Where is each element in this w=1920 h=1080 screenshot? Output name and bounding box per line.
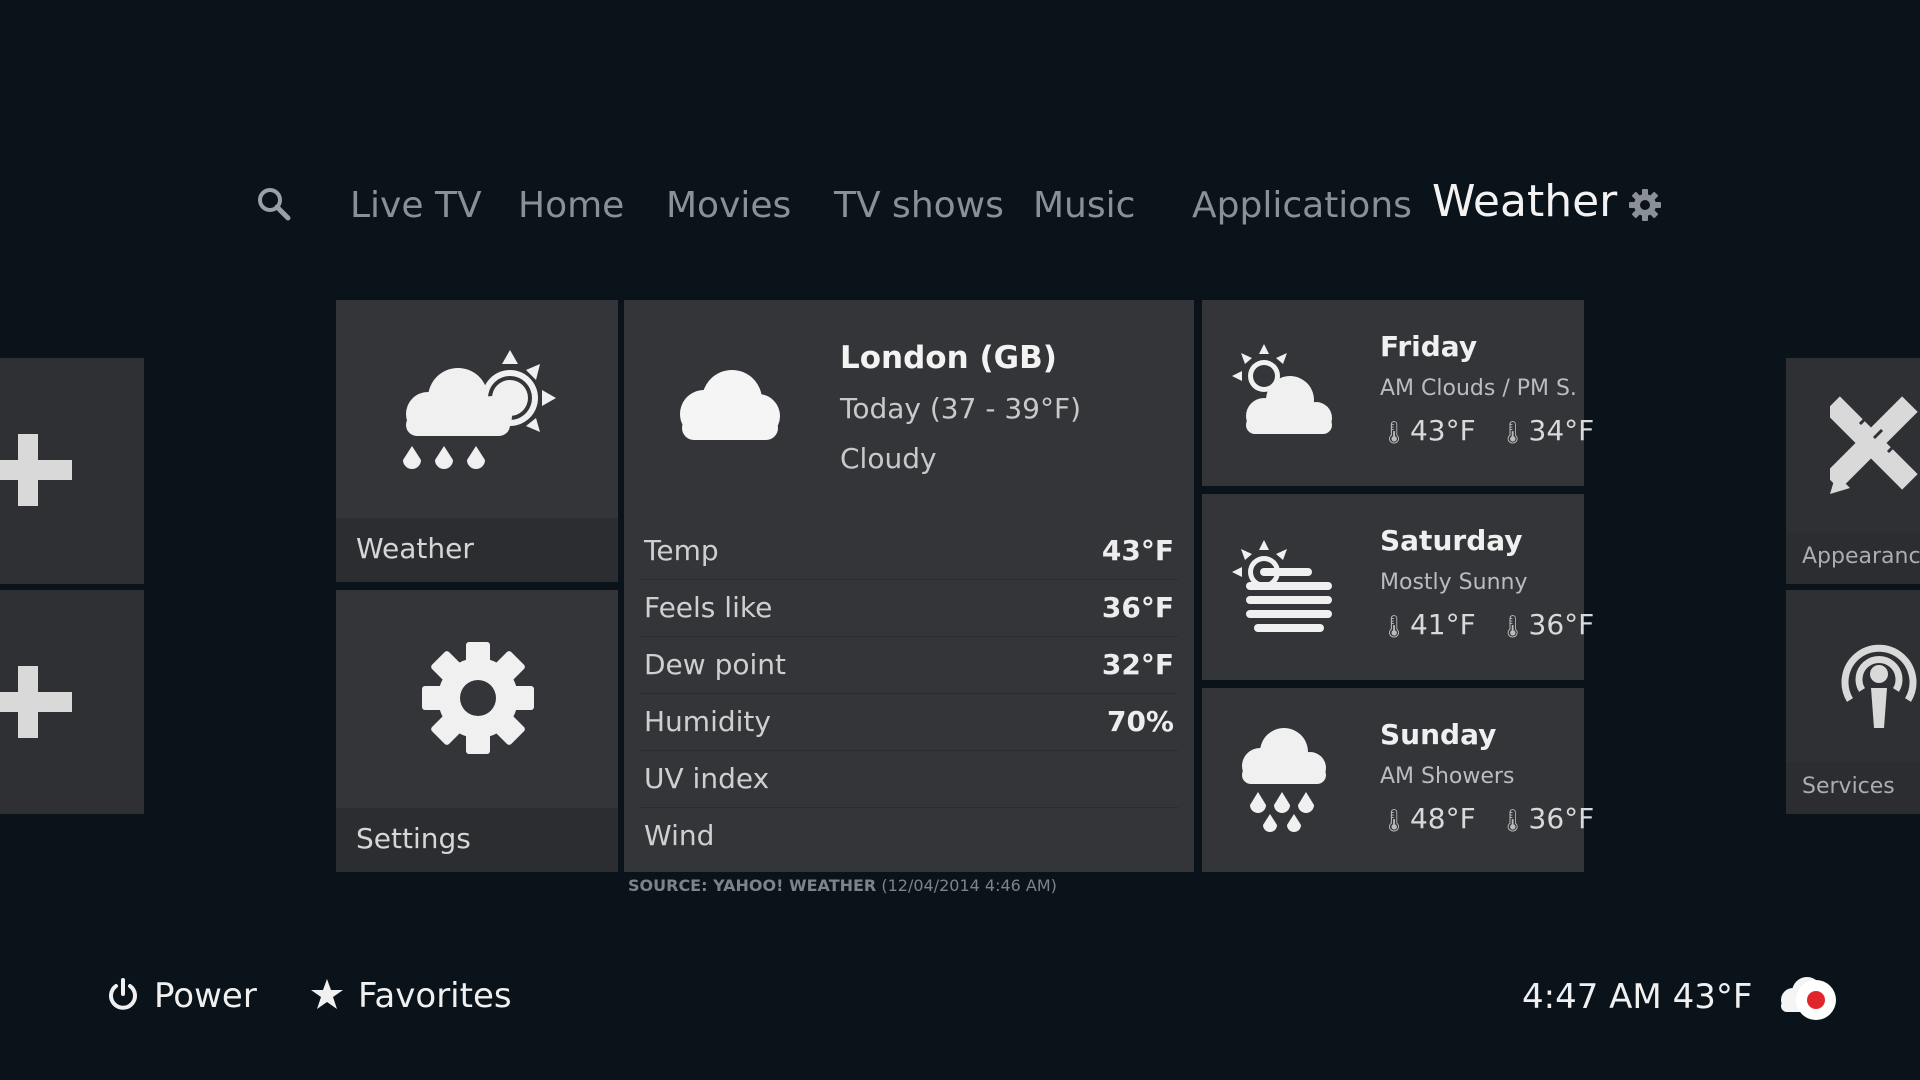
nav-movies[interactable]: Movies (666, 180, 791, 232)
star-icon (311, 979, 343, 1009)
weather-tile[interactable]: Weather (336, 300, 618, 582)
weather-source: SOURCE: YAHOO! WEATHER (12/04/2014 4:46 … (628, 876, 1057, 895)
settings-tile-label: Settings (356, 822, 471, 855)
thermometer-icon: 🌡︎ (1380, 809, 1408, 834)
add-tile[interactable] (0, 590, 144, 814)
forecast-high: 43°F (1409, 414, 1476, 447)
row-value: 43°F (1101, 534, 1174, 567)
city-name: London (GB) (840, 340, 1057, 376)
thermometer-icon: 🌡︎ (1498, 421, 1527, 446)
row-label: Wind (644, 819, 715, 852)
forecast-high: 48°F (1409, 802, 1476, 835)
forecast-outlook: AM Showers (1380, 764, 1515, 789)
detail-row-humidity: Humidity 70% (640, 695, 1178, 751)
forecast-temps: 🌡︎41°F 🌡︎36°F (1380, 608, 1594, 641)
row-label: Temp (644, 534, 719, 567)
source-label: SOURCE: YAHOO! WEATHER (628, 876, 877, 895)
forecast-day: Friday (1380, 330, 1478, 363)
plus-icon (0, 666, 72, 738)
power-label: Power (154, 976, 257, 1016)
clock-time: 4:47 AM (1522, 977, 1662, 1017)
forecast-friday[interactable]: Friday AM Clouds / PM S... 🌡︎43°F 🌡︎34°F (1202, 300, 1594, 486)
podcast-icon (1841, 644, 1917, 728)
power-button[interactable]: Power (106, 976, 257, 1016)
nav-tv-shows[interactable]: TV shows (834, 180, 1004, 232)
weather-tile-label: Weather (356, 532, 474, 565)
appearance-tile[interactable]: Appearance (1786, 358, 1920, 584)
detail-row-uv-index: UV index (640, 752, 1178, 808)
current-weather-panel: London (GB) Today (37 - 39°F) Cloudy Tem… (624, 300, 1194, 872)
forecast-sunday[interactable]: Sunday AM Showers 🌡︎48°F 🌡︎36°F (1202, 688, 1594, 872)
detail-row-temp: Temp 43°F (640, 524, 1178, 580)
row-value: 36°F (1101, 591, 1174, 624)
nav-music[interactable]: Music (1033, 180, 1135, 232)
forecast-day: Saturday (1380, 524, 1523, 557)
forecast-outlook: Mostly Sunny (1380, 570, 1528, 595)
forecast-low: 34°F (1528, 414, 1595, 447)
nav-live-tv[interactable]: Live TV (350, 180, 482, 232)
row-value: 70% (1106, 705, 1174, 738)
favorites-label: Favorites (358, 976, 512, 1016)
forecast-day: Sunday (1380, 718, 1497, 751)
nav-applications[interactable]: Applications (1192, 180, 1412, 232)
cloud-icon (680, 370, 780, 440)
thermometer-icon: 🌡︎ (1380, 421, 1408, 446)
nav-weather[interactable]: Weather (1432, 176, 1617, 228)
partly-cloudy-icon (1232, 344, 1332, 434)
record-indicator-icon[interactable] (1796, 980, 1836, 1020)
forecast-outlook: AM Clouds / PM S... (1380, 376, 1576, 401)
showers-icon (1242, 728, 1326, 832)
forecast-low: 36°F (1528, 802, 1595, 835)
power-icon (109, 978, 137, 1010)
forecast-high: 41°F (1409, 608, 1476, 641)
today-range: Today (37 - 39°F) (840, 392, 1081, 425)
detail-row-wind: Wind (640, 809, 1178, 865)
thermometer-icon: 🌡︎ (1498, 615, 1527, 640)
weather-screen: Live TV Home Movies TV shows Music Appli… (0, 0, 1920, 1080)
thermometer-icon: 🌡︎ (1498, 809, 1527, 834)
nav-home[interactable]: Home (518, 180, 624, 232)
forecast-low: 36°F (1528, 608, 1595, 641)
detail-row-feels-like: Feels like 36°F (640, 581, 1178, 637)
plus-icon (0, 434, 72, 506)
row-label: Dew point (644, 648, 786, 681)
source-date: (12/04/2014 4:46 AM) (881, 876, 1057, 895)
search-icon[interactable] (256, 186, 292, 222)
services-label: Services (1802, 774, 1895, 799)
forecast-temps: 🌡︎43°F 🌡︎34°F (1380, 414, 1594, 447)
row-label: Humidity (644, 705, 771, 738)
detail-row-dew-point: Dew point 32°F (640, 638, 1178, 694)
rain-sun-icon (403, 350, 556, 469)
forecast-temps: 🌡︎48°F 🌡︎36°F (1380, 802, 1594, 835)
appearance-label: Appearance (1802, 544, 1920, 569)
add-tile[interactable] (0, 358, 144, 584)
forecast-saturday[interactable]: Saturday Mostly Sunny 🌡︎41°F 🌡︎36°F (1202, 494, 1594, 680)
thermometer-icon: 🌡︎ (1380, 615, 1408, 640)
settings-tile[interactable]: Settings (336, 590, 618, 872)
pencil-ruler-icon (1830, 396, 1918, 494)
clock-temp: 43°F (1672, 977, 1753, 1017)
current-condition: Cloudy (840, 442, 937, 475)
favorites-button[interactable]: Favorites (310, 976, 512, 1016)
gear-icon[interactable] (1628, 188, 1662, 222)
row-value: 32°F (1101, 648, 1174, 681)
gear-icon (422, 642, 534, 754)
services-tile[interactable]: Services (1786, 590, 1920, 814)
sun-haze-icon (1232, 540, 1332, 632)
clock-weather: 4:47 AM 43°F (1522, 976, 1833, 1017)
row-label: UV index (644, 762, 770, 795)
row-label: Feels like (644, 591, 773, 624)
